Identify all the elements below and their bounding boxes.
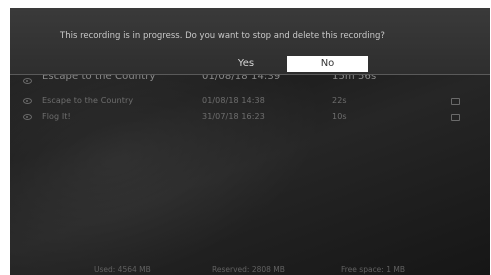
- recording-duration: 10s: [332, 112, 347, 121]
- eye-icon: [23, 78, 32, 84]
- recordings-screen: Escape to the Country 01/08/18 14:39 15m…: [10, 8, 490, 275]
- no-button[interactable]: No: [287, 56, 368, 72]
- recording-title: Escape to the Country: [42, 96, 134, 105]
- used-space: Used: 4564 MB: [94, 265, 151, 274]
- eye-icon: [23, 114, 32, 120]
- recording-row[interactable]: Flog It! 31/07/18 16:23 10s: [10, 109, 490, 125]
- message-icon: [451, 98, 460, 105]
- storage-footer: Used: 4564 MB Reserved: 2808 MB Free spa…: [10, 263, 490, 275]
- eye-icon: [23, 98, 32, 104]
- recording-date: 31/07/18 16:23: [202, 112, 265, 121]
- message-icon: [451, 114, 460, 121]
- recording-row[interactable]: Escape to the Country 01/08/18 14:38 22s: [10, 93, 490, 109]
- recording-title: Flog It!: [42, 112, 71, 121]
- dialog-message: This recording is in progress. Do you wa…: [60, 31, 385, 41]
- recording-duration: 22s: [332, 96, 347, 105]
- yes-button[interactable]: Yes: [212, 56, 280, 72]
- recording-date: 01/08/18 14:38: [202, 96, 265, 105]
- confirm-dialog: This recording is in progress. Do you wa…: [10, 8, 490, 75]
- reserved-space: Reserved: 2808 MB: [212, 265, 285, 274]
- free-space: Free space: 1 MB: [341, 265, 405, 274]
